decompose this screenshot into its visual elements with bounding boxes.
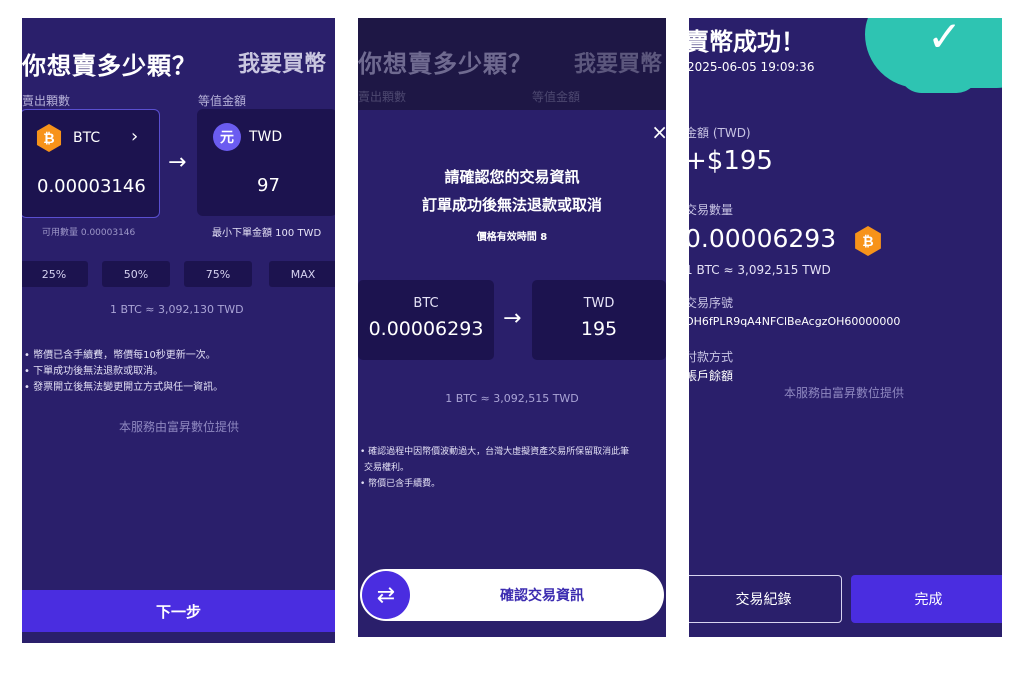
- to-amount-value: 195: [580, 318, 618, 340]
- background-overlay: 你想賣多少顆？ 我要買幣 賣出顆數 等值金額: [358, 18, 666, 110]
- confirm-screen: 你想賣多少顆？ 我要買幣 賣出顆數 等值金額 × 請確認您的交易資訊 訂單成功後…: [358, 18, 666, 637]
- percent-50-button[interactable]: 50%: [102, 261, 170, 287]
- swipe-confirm-slider[interactable]: ⇄ 確認交易資訊: [360, 569, 664, 621]
- min-order-amount: 最小下單金額 100 TWD: [212, 228, 322, 239]
- equiv-amount-label-dimmed: 等值金額: [532, 90, 581, 104]
- confirm-to-card: TWD 195: [532, 280, 666, 360]
- chevron-right-icon[interactable]: ›: [131, 126, 138, 147]
- note-item: • 幣價已含手續費。: [360, 479, 441, 489]
- quantity-value: 0.00006293: [689, 224, 837, 253]
- transaction-datetime: 2025-06-05 19:09:36: [689, 60, 815, 74]
- success-screen: ✓ 賣幣成功！ 2025-06-05 19:09:36 金額 (TWD) +$1…: [689, 18, 1002, 637]
- sell-quantity-label-dimmed: 賣出顆數: [358, 90, 407, 104]
- price-valid-time: 價格有效時間 8: [476, 232, 548, 243]
- note-text: 下單成功後無法退款或取消。: [33, 366, 164, 377]
- exchange-rate: 1 BTC ≈ 3,092,515 TWD: [445, 392, 579, 405]
- to-coin-label: TWD: [249, 129, 283, 145]
- equiv-amount-label: 等值金額: [198, 94, 247, 108]
- note-text: 確認過程中因幣價波動過大，台灣大虛擬資產交易所保留取消此筆: [368, 447, 630, 457]
- note-item: • 幣價已含手續費，幣價每10秒更新一次。: [24, 350, 216, 361]
- note-text: 交易權利。: [364, 463, 410, 473]
- note-text: 發票開立後無法變更開立方式與任一資訊。: [33, 382, 224, 393]
- note-item: • 下單成功後無法退款或取消。: [24, 366, 164, 377]
- from-amount-value: 0.00006293: [368, 318, 484, 340]
- provider-text: 本服務由富昇數位提供: [784, 386, 905, 400]
- swipe-confirm-label: 確認交易資訊: [500, 588, 584, 604]
- from-coin-label: BTC: [73, 130, 101, 146]
- equiv-card: 元 TWD 97: [197, 109, 335, 216]
- serial-label: 交易序號: [689, 296, 734, 310]
- swap-icon[interactable]: ⇄: [362, 571, 410, 619]
- quantity-label: 交易數量: [689, 203, 734, 217]
- arrow-right-icon: →: [168, 150, 187, 175]
- tab-buy[interactable]: 我要買幣: [238, 46, 326, 78]
- next-button[interactable]: 下一步: [22, 590, 335, 632]
- page-title-dimmed: 你想賣多少顆？: [358, 50, 533, 78]
- sell-amount-screen: 你想賣多少顆？ 我要買幣 賣出顆數 等值金額 ₿ BTC › 0.0000314…: [22, 18, 335, 643]
- success-title: 賣幣成功！: [689, 28, 805, 56]
- exchange-rate: 1 BTC ≈ 3,092,130 TWD: [110, 303, 244, 316]
- confirm-title: 請確認您的交易資訊: [444, 168, 580, 186]
- amount-label: 金額 (TWD): [689, 126, 751, 140]
- done-button[interactable]: 完成: [851, 575, 1002, 623]
- serial-value: OH6fPLR9qA4NFClBeAcgzOH60000000: [689, 315, 901, 328]
- bitcoin-icon: ₿: [855, 226, 881, 256]
- arrow-right-icon: →: [503, 306, 522, 331]
- sell-coin-card[interactable]: ₿ BTC › 0.00003146: [22, 109, 160, 218]
- from-coin-label: BTC: [413, 296, 439, 311]
- close-icon[interactable]: ×: [651, 120, 666, 144]
- twd-icon: 元: [213, 123, 241, 151]
- percent-25-button[interactable]: 25%: [22, 261, 88, 287]
- payment-label: 付款方式: [689, 350, 734, 364]
- exchange-rate: 1 BTC ≈ 3,092,515 TWD: [689, 263, 831, 277]
- note-text: 幣價已含手續費。: [368, 479, 441, 489]
- percent-max-button[interactable]: MAX: [269, 261, 335, 287]
- tab-buy-dimmed: 我要買幣: [574, 52, 663, 77]
- to-coin-label: TWD: [583, 296, 615, 311]
- sell-quantity-label: 賣出顆數: [22, 94, 71, 108]
- equiv-amount-value: 97: [257, 175, 280, 196]
- sell-amount-value[interactable]: 0.00003146: [37, 176, 146, 197]
- percent-75-button[interactable]: 75%: [184, 261, 252, 287]
- note-text: 幣價已含手續費，幣價每10秒更新一次。: [33, 350, 216, 361]
- available-quantity: 可用數量 0.00003146: [42, 228, 136, 238]
- confirm-subtitle: 訂單成功後無法退款或取消: [421, 196, 602, 214]
- note-item: • 發票開立後無法變更開立方式與任一資訊。: [24, 382, 224, 393]
- confirm-from-card: BTC 0.00006293: [358, 280, 494, 360]
- check-icon: ✓: [927, 18, 963, 61]
- confirm-modal: × 請確認您的交易資訊 訂單成功後無法退款或取消 價格有效時間 8 BTC 0.…: [358, 110, 666, 637]
- provider-text: 本服務由富昇數位提供: [119, 420, 240, 434]
- note-item: • 確認過程中因幣價波動過大，台灣大虛擬資產交易所保留取消此筆: [360, 447, 630, 457]
- amount-value: +$195: [689, 146, 773, 176]
- history-button[interactable]: 交易紀錄: [689, 575, 842, 623]
- bitcoin-icon: ₿: [36, 124, 62, 152]
- page-title: 你想賣多少顆？: [22, 52, 197, 80]
- payment-value: 帳戶餘額: [689, 369, 734, 383]
